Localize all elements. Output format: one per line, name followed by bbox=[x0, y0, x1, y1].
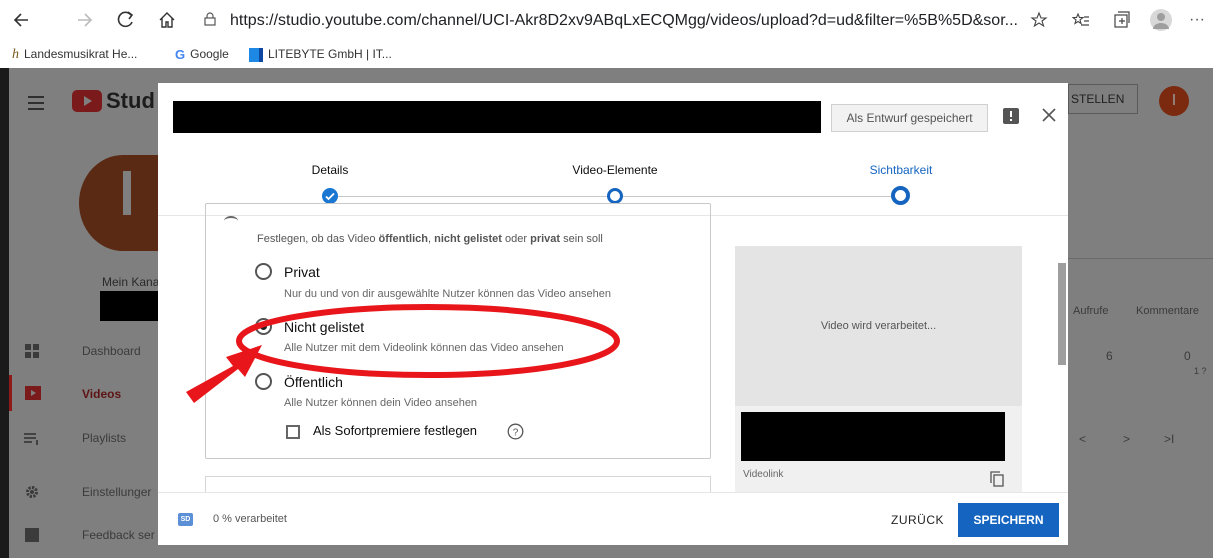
address-bar[interactable]: https://studio.youtube.com/channel/UCI-A… bbox=[230, 8, 1030, 34]
col-header-comments[interactable]: Kommentare bbox=[1136, 305, 1199, 317]
pager-last[interactable]: >I bbox=[1164, 432, 1174, 446]
option-public-hint: Alle Nutzer können dein Video ansehen bbox=[284, 397, 478, 409]
scrollbar-thumb[interactable] bbox=[1058, 263, 1066, 365]
home-icon[interactable] bbox=[158, 6, 176, 42]
create-button[interactable]: STELLEN bbox=[1068, 84, 1138, 114]
draft-status: Als Entwurf gespeichert bbox=[831, 104, 988, 132]
header-avatar[interactable]: I bbox=[1159, 86, 1189, 116]
save-publish-radio-partial[interactable] bbox=[224, 216, 238, 226]
redacted-video-link bbox=[741, 412, 1005, 461]
profile-icon[interactable] bbox=[1150, 9, 1172, 31]
star-icon[interactable] bbox=[1030, 6, 1048, 42]
premiere-checkbox[interactable] bbox=[286, 425, 300, 439]
sd-badge: SD bbox=[178, 513, 193, 526]
landesmusikrat-favicon: h bbox=[12, 46, 19, 62]
step-current-dot[interactable] bbox=[891, 186, 910, 205]
bookmark-landesmusikrat[interactable]: h Landesmusikrat He... bbox=[12, 45, 137, 63]
video-preview: Video wird verarbeitet... bbox=[735, 246, 1022, 406]
channel-label: Mein Kana bbox=[102, 275, 160, 289]
nav-item-videos[interactable]: Videos bbox=[82, 387, 121, 401]
hamburger-menu-icon[interactable] bbox=[28, 96, 44, 115]
refresh-icon[interactable] bbox=[117, 6, 135, 42]
bookmark-litebyte[interactable]: LITEBYTE GmbH | IT... bbox=[249, 45, 392, 63]
nav-item-feedback[interactable]: Feedback ser bbox=[82, 528, 155, 542]
nav-item-playlists[interactable]: Playlists bbox=[82, 431, 126, 445]
back-arrow-icon[interactable] bbox=[12, 6, 30, 42]
back-button[interactable]: ZURÜCK bbox=[891, 513, 944, 527]
studio-logo-text: Stud bbox=[106, 88, 155, 113]
radio-private[interactable] bbox=[255, 263, 272, 280]
option-unlisted-label[interactable]: Nicht gelistet bbox=[284, 319, 364, 335]
channel-avatar[interactable] bbox=[79, 155, 167, 251]
lock-icon[interactable] bbox=[204, 12, 216, 26]
save-button[interactable]: SPEICHERN bbox=[958, 503, 1059, 537]
step-label-video-elements[interactable]: Video-Elemente bbox=[545, 163, 685, 177]
redacted-video-title bbox=[173, 101, 821, 133]
bookmarks-bar: h Landesmusikrat He... G Google LITEBYTE G… bbox=[0, 40, 1213, 68]
row-hint: 1 ? bbox=[1194, 366, 1207, 376]
favorites-icon[interactable] bbox=[1071, 6, 1090, 42]
radio-public[interactable] bbox=[255, 373, 272, 390]
bookmark-google[interactable]: G Google bbox=[175, 45, 229, 63]
svg-text:?: ? bbox=[513, 428, 519, 439]
playlists-icon bbox=[24, 432, 40, 450]
option-private-hint: Nur du und von dir ausgewählte Nutzer kö… bbox=[284, 288, 611, 300]
litebyte-favicon bbox=[249, 47, 263, 62]
option-unlisted-hint: Alle Nutzer mit dem Videolink können das… bbox=[284, 342, 564, 354]
forward-arrow-icon[interactable] bbox=[76, 6, 94, 42]
visibility-description: Festlegen, ob das Video öffentlich, nich… bbox=[257, 233, 603, 245]
comments-value: 0 bbox=[1184, 349, 1191, 363]
upload-dialog: Als Entwurf gespeichert Details Video-El… bbox=[158, 83, 1068, 545]
radio-unlisted[interactable] bbox=[255, 318, 272, 335]
videos-icon bbox=[25, 386, 41, 400]
copy-icon[interactable] bbox=[990, 471, 1004, 492]
youtube-logo-icon[interactable] bbox=[72, 90, 102, 112]
dialog-footer: SD 0 % verarbeitet ZURÜCK SPEICHERN bbox=[158, 492, 1068, 545]
step-connector bbox=[338, 196, 608, 197]
pager-prev[interactable]: < bbox=[1079, 432, 1086, 446]
google-favicon: G bbox=[175, 46, 186, 62]
step-label-visibility[interactable]: Sichtbarkeit bbox=[831, 163, 971, 177]
step-pending-dot[interactable] bbox=[607, 188, 623, 204]
processing-status: 0 % verarbeitet bbox=[213, 513, 287, 525]
more-icon[interactable]: ··· bbox=[1189, 6, 1205, 34]
active-nav-indicator bbox=[9, 375, 12, 411]
redacted-channel-name bbox=[100, 291, 167, 321]
step-label-details[interactable]: Details bbox=[260, 163, 400, 177]
video-link-label: Videolink bbox=[743, 469, 784, 480]
premiere-label[interactable]: Als Sofortpremiere festlegen bbox=[313, 423, 477, 438]
option-public-label[interactable]: Öffentlich bbox=[284, 374, 343, 390]
nav-item-settings[interactable]: Einstellunger bbox=[82, 485, 151, 499]
col-header-views[interactable]: Aufrufe bbox=[1073, 305, 1108, 317]
settings-icon bbox=[25, 485, 39, 504]
step-connector bbox=[623, 196, 893, 197]
pager-next[interactable]: > bbox=[1123, 432, 1130, 446]
browser-toolbar: https://studio.youtube.com/channel/UCI-A… bbox=[0, 0, 1213, 40]
views-value: 6 bbox=[1106, 349, 1113, 363]
step-done-check-icon[interactable] bbox=[322, 188, 338, 204]
option-private-label[interactable]: Privat bbox=[284, 264, 320, 280]
close-icon[interactable] bbox=[1042, 108, 1056, 127]
feedback-report-icon[interactable] bbox=[1003, 108, 1019, 124]
help-icon[interactable]: ? bbox=[507, 423, 524, 445]
collections-icon[interactable] bbox=[1112, 6, 1130, 42]
nav-item-dashboard[interactable]: Dashboard bbox=[82, 344, 141, 358]
window-edge bbox=[0, 68, 9, 558]
feedback-icon bbox=[25, 528, 39, 542]
dashboard-icon bbox=[25, 344, 39, 363]
table-divider bbox=[1068, 258, 1213, 259]
